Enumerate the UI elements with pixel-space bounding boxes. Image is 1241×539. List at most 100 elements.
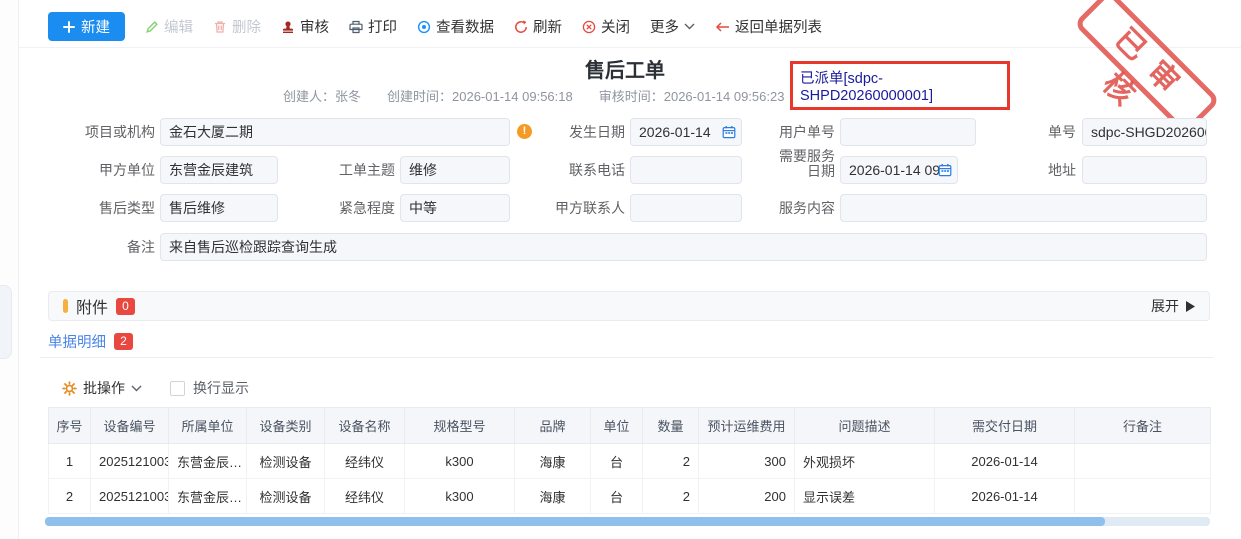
cell-brand: 海康 <box>515 444 591 479</box>
delete-label: 删除 <box>232 16 261 37</box>
expand-label: 展开 <box>1151 296 1179 316</box>
party-a-contact-field[interactable] <box>630 194 742 222</box>
attachments-count-badge: 0 <box>116 298 135 315</box>
print-button[interactable]: 打印 <box>349 16 397 37</box>
horizontal-scrollbar-track[interactable] <box>45 517 1210 526</box>
view-data-button[interactable]: 查看数据 <box>417 16 494 37</box>
expand-button[interactable]: 展开 <box>1151 296 1195 316</box>
cell-row_remark <box>1075 444 1211 479</box>
audited-time-text: 审核时间：2026-01-14 09:56:23 <box>599 86 785 105</box>
party-a-contact-label: 甲方联系人 <box>545 194 625 222</box>
dispatch-status-text: 已派单[sdpc-SHPD20260000001] <box>800 67 1007 104</box>
occur-date-field[interactable]: 2026-01-14 <box>630 118 742 146</box>
remark-label: 备注 <box>115 233 155 261</box>
wrap-display-checkbox[interactable] <box>170 381 185 396</box>
column-header-equip_no: 设备编号 <box>91 408 169 444</box>
detail-count-badge: 2 <box>114 333 133 350</box>
cell-qty: 2 <box>643 479 699 514</box>
urgency-field[interactable]: 中等 <box>400 194 510 222</box>
calendar-icon[interactable] <box>938 163 952 177</box>
cell-equip_no: 2025121003 <box>91 479 169 514</box>
gear-icon <box>62 381 77 396</box>
cell-problem: 显示误差 <box>795 479 935 514</box>
close-button[interactable]: 关闭 <box>582 16 630 37</box>
side-panel-handle[interactable] <box>0 285 12 359</box>
cell-deliver_date: 2026-01-14 <box>935 444 1075 479</box>
batch-ops-button[interactable]: 批操作 <box>62 378 142 398</box>
pencil-icon <box>145 20 159 34</box>
triangle-right-icon <box>1186 301 1195 312</box>
cell-seq: 2 <box>49 479 91 514</box>
remark-field[interactable]: 来自售后巡检跟踪查询生成 <box>160 233 1207 261</box>
horizontal-scrollbar-thumb[interactable] <box>45 517 1105 526</box>
column-header-qty: 数量 <box>643 408 699 444</box>
calendar-icon[interactable] <box>722 125 736 139</box>
service-content-field[interactable] <box>840 194 1207 222</box>
table-row[interactable]: 12025121003东营金辰…检测设备经纬仪k300海康台2300外观损坏20… <box>49 444 1211 479</box>
audit-label: 审核 <box>300 16 329 37</box>
back-to-list-button[interactable]: 返回单据列表 <box>715 16 822 37</box>
refresh-button[interactable]: 刷新 <box>514 16 562 37</box>
user-no-field[interactable] <box>840 118 976 146</box>
column-header-name: 设备名称 <box>325 408 405 444</box>
column-header-category: 设备类别 <box>247 408 325 444</box>
arrow-left-icon <box>715 21 730 33</box>
service-date-label: 需要服务日期 <box>775 149 835 179</box>
detail-section-header: 单据明细 2 <box>48 331 133 352</box>
cell-model: k300 <box>405 479 515 514</box>
column-header-seq: 序号 <box>49 408 91 444</box>
chevron-down-icon <box>684 23 695 30</box>
new-button[interactable]: 新建 <box>48 12 125 41</box>
edit-button[interactable]: 编辑 <box>145 16 193 37</box>
subject-field[interactable]: 维修 <box>400 156 510 184</box>
cell-name: 经纬仪 <box>325 444 405 479</box>
detail-section-label: 单据明细 <box>48 331 106 352</box>
audit-button[interactable]: 审核 <box>281 16 329 37</box>
column-header-owner: 所属单位 <box>169 408 247 444</box>
more-button[interactable]: 更多 <box>650 16 695 37</box>
cell-seq: 1 <box>49 444 91 479</box>
cell-unit: 台 <box>591 479 643 514</box>
cell-category: 检测设备 <box>247 444 325 479</box>
cell-category: 检测设备 <box>247 479 325 514</box>
section-divider <box>40 357 1213 358</box>
refresh-label: 刷新 <box>533 16 562 37</box>
edit-label: 编辑 <box>164 16 193 37</box>
wrap-display-label[interactable]: 换行显示 <box>193 378 249 398</box>
refresh-icon <box>514 20 528 34</box>
cell-cost: 300 <box>699 444 795 479</box>
info-icon[interactable] <box>517 124 532 139</box>
address-field[interactable] <box>1082 156 1207 184</box>
subject-label: 工单主题 <box>325 156 395 184</box>
service-date-field[interactable]: 2026-01-14 09:: <box>840 156 958 184</box>
cell-owner: 东营金辰… <box>169 444 247 479</box>
chevron-down-icon <box>131 385 142 392</box>
column-header-deliver_date: 需交付日期 <box>935 408 1075 444</box>
cell-problem: 外观损坏 <box>795 444 935 479</box>
doc-no-label: 单号 <box>1040 118 1076 146</box>
cell-deliver_date: 2026-01-14 <box>935 479 1075 514</box>
party-a-field[interactable]: 东营金辰建筑 <box>160 156 278 184</box>
aftersale-type-field[interactable]: 售后维修 <box>160 194 278 222</box>
table-header-row: 序号设备编号所属单位设备类别设备名称规格型号品牌单位数量预计运维费用问题描述需交… <box>49 408 1211 444</box>
phone-field[interactable] <box>630 156 742 184</box>
delete-button[interactable]: 删除 <box>213 16 261 37</box>
toolbar: 新建 编辑 删除 审核 打印 查看数据 刷新 关闭 更多 返回单据列表 <box>48 12 822 41</box>
page-title: 售后工单 <box>40 54 1210 83</box>
dispatch-status-box: 已派单[sdpc-SHPD20260000001] <box>790 61 1010 110</box>
cell-equip_no: 2025121003 <box>91 444 169 479</box>
print-label: 打印 <box>368 16 397 37</box>
cell-qty: 2 <box>643 444 699 479</box>
batch-ops-label: 批操作 <box>83 378 125 398</box>
cell-unit: 台 <box>591 444 643 479</box>
table-row[interactable]: 22025121003东营金辰…检测设备经纬仪k300海康台2200显示误差20… <box>49 479 1211 514</box>
toolbar-divider <box>19 47 1241 48</box>
column-header-row_remark: 行备注 <box>1075 408 1211 444</box>
cell-cost: 200 <box>699 479 795 514</box>
aftersale-type-label: 售后类型 <box>85 194 155 222</box>
address-label: 地址 <box>1040 156 1076 184</box>
cell-owner: 东营金辰… <box>169 479 247 514</box>
project-field[interactable]: 金石大厦二期 <box>160 118 510 146</box>
doc-no-field[interactable]: sdpc-SHGD202600 <box>1082 118 1207 146</box>
batch-toolbar: 批操作 换行显示 <box>62 378 249 398</box>
